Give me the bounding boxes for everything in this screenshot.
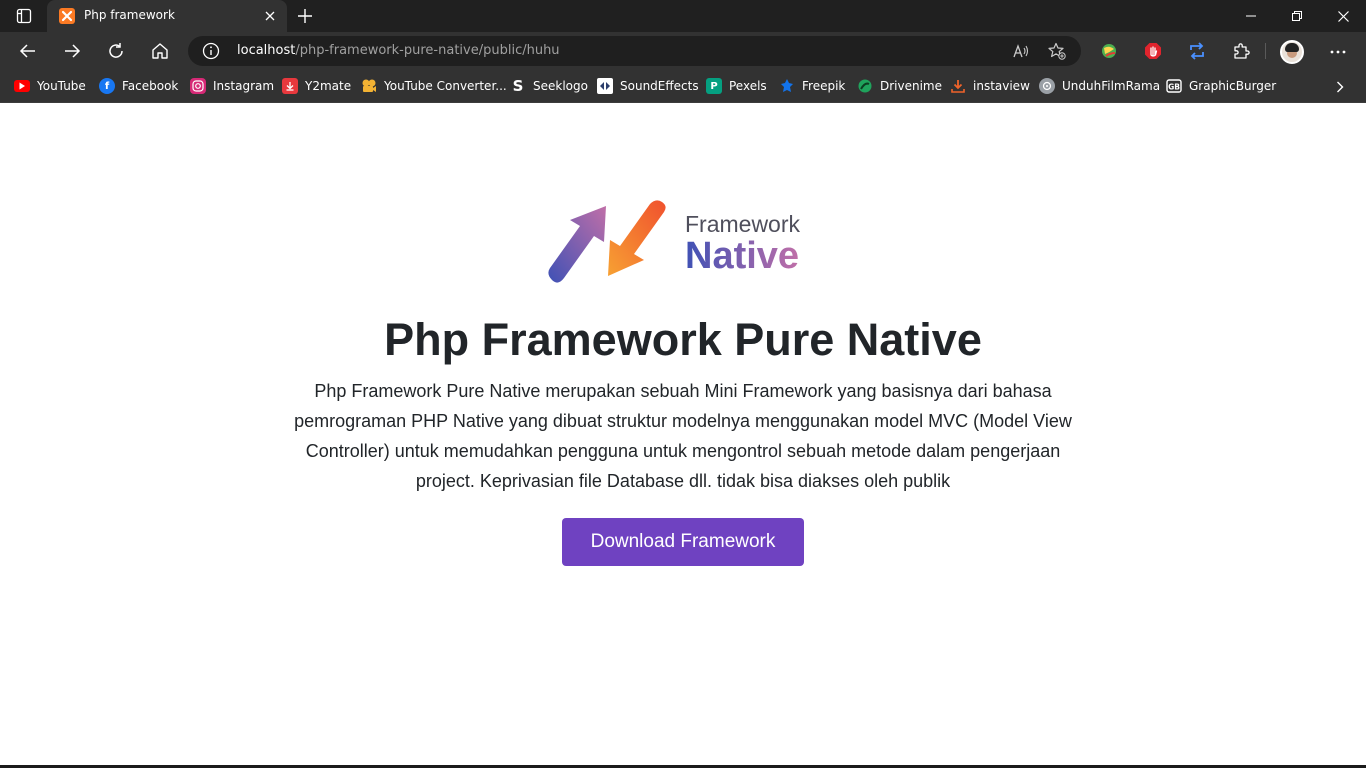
- bookmark-soundeffects[interactable]: SoundEffects: [597, 76, 699, 96]
- page-description: Php Framework Pure Native merupakan sebu…: [294, 381, 1072, 491]
- url-path: /php-framework-pure-native/public/huhu: [295, 43, 560, 58]
- bookmark-label: Instagram: [213, 79, 275, 93]
- framework-native-logo: Framework Native: [546, 198, 826, 288]
- bookmark-seeklogo[interactable]: S Seeklogo: [510, 76, 588, 96]
- url-host: localhost: [237, 43, 296, 58]
- extensions-button[interactable]: [1229, 39, 1253, 63]
- bookmark-label: Pexels: [729, 79, 767, 93]
- svg-text:GB: GB: [1168, 83, 1180, 92]
- refresh-icon: [109, 43, 123, 58]
- converter-icon: [361, 78, 377, 94]
- bookmark-label: Freepik: [802, 79, 846, 93]
- bookmark-unduhfilmrama[interactable]: UnduhFilmRama: [1039, 76, 1160, 96]
- globe-extension-icon: [1102, 44, 1116, 58]
- arrow-right-icon: [65, 44, 81, 58]
- repeat-icon: [1190, 42, 1204, 60]
- bookmark-graphicburger[interactable]: GB GraphicBurger: [1166, 76, 1276, 96]
- bookmark-freepik[interactable]: Freepik: [779, 76, 845, 96]
- svg-text:Native: Native: [685, 235, 799, 276]
- minimize-icon: [1246, 15, 1256, 17]
- facebook-icon: f: [99, 78, 115, 94]
- bookmark-label: Facebook: [122, 79, 179, 93]
- y2mate-icon: [282, 78, 298, 94]
- forward-button[interactable]: [56, 35, 88, 67]
- extension-globe-button[interactable]: [1097, 39, 1121, 63]
- instagram-icon: [190, 78, 206, 94]
- bookmark-label: Drivenime: [880, 79, 943, 93]
- tab-actions-button[interactable]: [8, 4, 40, 28]
- page-title: Php Framework Pure Native: [384, 314, 982, 365]
- read-aloud-icon[interactable]: [1012, 42, 1030, 60]
- bookmark-label: instaview: [973, 79, 1030, 93]
- bookmark-label: Y2mate: [305, 79, 352, 93]
- plus-icon: [298, 9, 312, 23]
- toolbar-divider: [1265, 43, 1266, 59]
- url-text[interactable]: localhost/php-framework-pure-native/publ…: [237, 43, 560, 58]
- logo-text-native: Native: [685, 232, 825, 286]
- freepik-icon: [779, 78, 795, 94]
- bookmark-y2mate[interactable]: Y2mate: [282, 76, 351, 96]
- close-icon: [265, 11, 275, 21]
- home-icon: [152, 43, 168, 59]
- bookmarks-bar: YouTube f Facebook Instagram Y2mate YouT…: [0, 70, 1366, 103]
- restore-icon: [1292, 11, 1302, 21]
- soundeffects-icon: [597, 78, 613, 94]
- browser-titlebar: Php framework: [0, 0, 1366, 32]
- bookmark-label: SoundEffects: [620, 79, 699, 93]
- bookmark-label: YouTube Converter...: [384, 79, 507, 93]
- favorite-add-icon[interactable]: [1048, 42, 1066, 60]
- bookmarks-more-button[interactable]: [1330, 78, 1350, 96]
- drivenime-icon: [857, 78, 873, 94]
- tab-php-framework[interactable]: Php framework: [47, 0, 287, 32]
- info-icon[interactable]: [202, 42, 220, 60]
- avatar-hair: [1285, 43, 1299, 52]
- page-content: Framework Native Php Framework Pure Nati…: [0, 104, 1366, 766]
- download-framework-button[interactable]: Download Framework: [562, 518, 804, 566]
- youtube-icon: [14, 80, 30, 92]
- back-button[interactable]: [12, 35, 44, 67]
- xampp-icon: [59, 8, 75, 24]
- settings-menu-button[interactable]: [1326, 40, 1350, 64]
- bookmark-instagram[interactable]: Instagram: [190, 76, 274, 96]
- bookmark-youtube-converter[interactable]: YouTube Converter...: [361, 76, 507, 96]
- refresh-button[interactable]: [100, 35, 132, 67]
- unduhfilmrama-icon: [1039, 78, 1055, 94]
- home-button[interactable]: [144, 35, 176, 67]
- tab-actions-icon: [16, 8, 32, 24]
- tab-close-button[interactable]: [261, 7, 279, 25]
- bookmark-drivenime[interactable]: Drivenime: [857, 76, 942, 96]
- close-icon: [1337, 10, 1349, 22]
- graphicburger-icon: GB: [1166, 78, 1182, 94]
- bookmark-label: UnduhFilmRama: [1062, 79, 1161, 93]
- more-dots-icon: [1330, 50, 1346, 54]
- chevron-right-icon: [1337, 81, 1344, 93]
- bookmark-label: YouTube: [37, 79, 86, 93]
- close-window-button[interactable]: [1320, 0, 1366, 32]
- logo-arrows-icon: [548, 200, 666, 283]
- puzzle-icon: [1234, 43, 1250, 59]
- pexels-icon: P: [706, 78, 722, 94]
- seeklogo-icon: S: [512, 77, 524, 95]
- address-bar[interactable]: localhost/php-framework-pure-native/publ…: [188, 36, 1081, 66]
- bookmark-instaview[interactable]: instaview: [950, 76, 1030, 96]
- tab-title: Php framework: [84, 8, 175, 22]
- extension-adblock-button[interactable]: [1141, 39, 1165, 63]
- instaview-icon: [950, 78, 966, 94]
- bookmark-youtube[interactable]: YouTube: [14, 76, 86, 96]
- restore-button[interactable]: [1274, 0, 1320, 32]
- minimize-button[interactable]: [1228, 0, 1274, 32]
- browser-toolbar: localhost/php-framework-pure-native/publ…: [0, 32, 1366, 70]
- profile-avatar[interactable]: [1280, 40, 1304, 64]
- arrow-left-icon: [19, 44, 35, 58]
- bookmark-facebook[interactable]: f Facebook: [99, 76, 178, 96]
- bookmark-label: Seeklogo: [533, 79, 588, 93]
- new-tab-button[interactable]: [292, 4, 318, 28]
- bookmark-pexels[interactable]: P Pexels: [706, 76, 767, 96]
- extension-repeat-button[interactable]: [1185, 39, 1209, 63]
- bookmark-label: GraphicBurger: [1189, 79, 1277, 93]
- adblock-hand-icon: [1145, 43, 1161, 59]
